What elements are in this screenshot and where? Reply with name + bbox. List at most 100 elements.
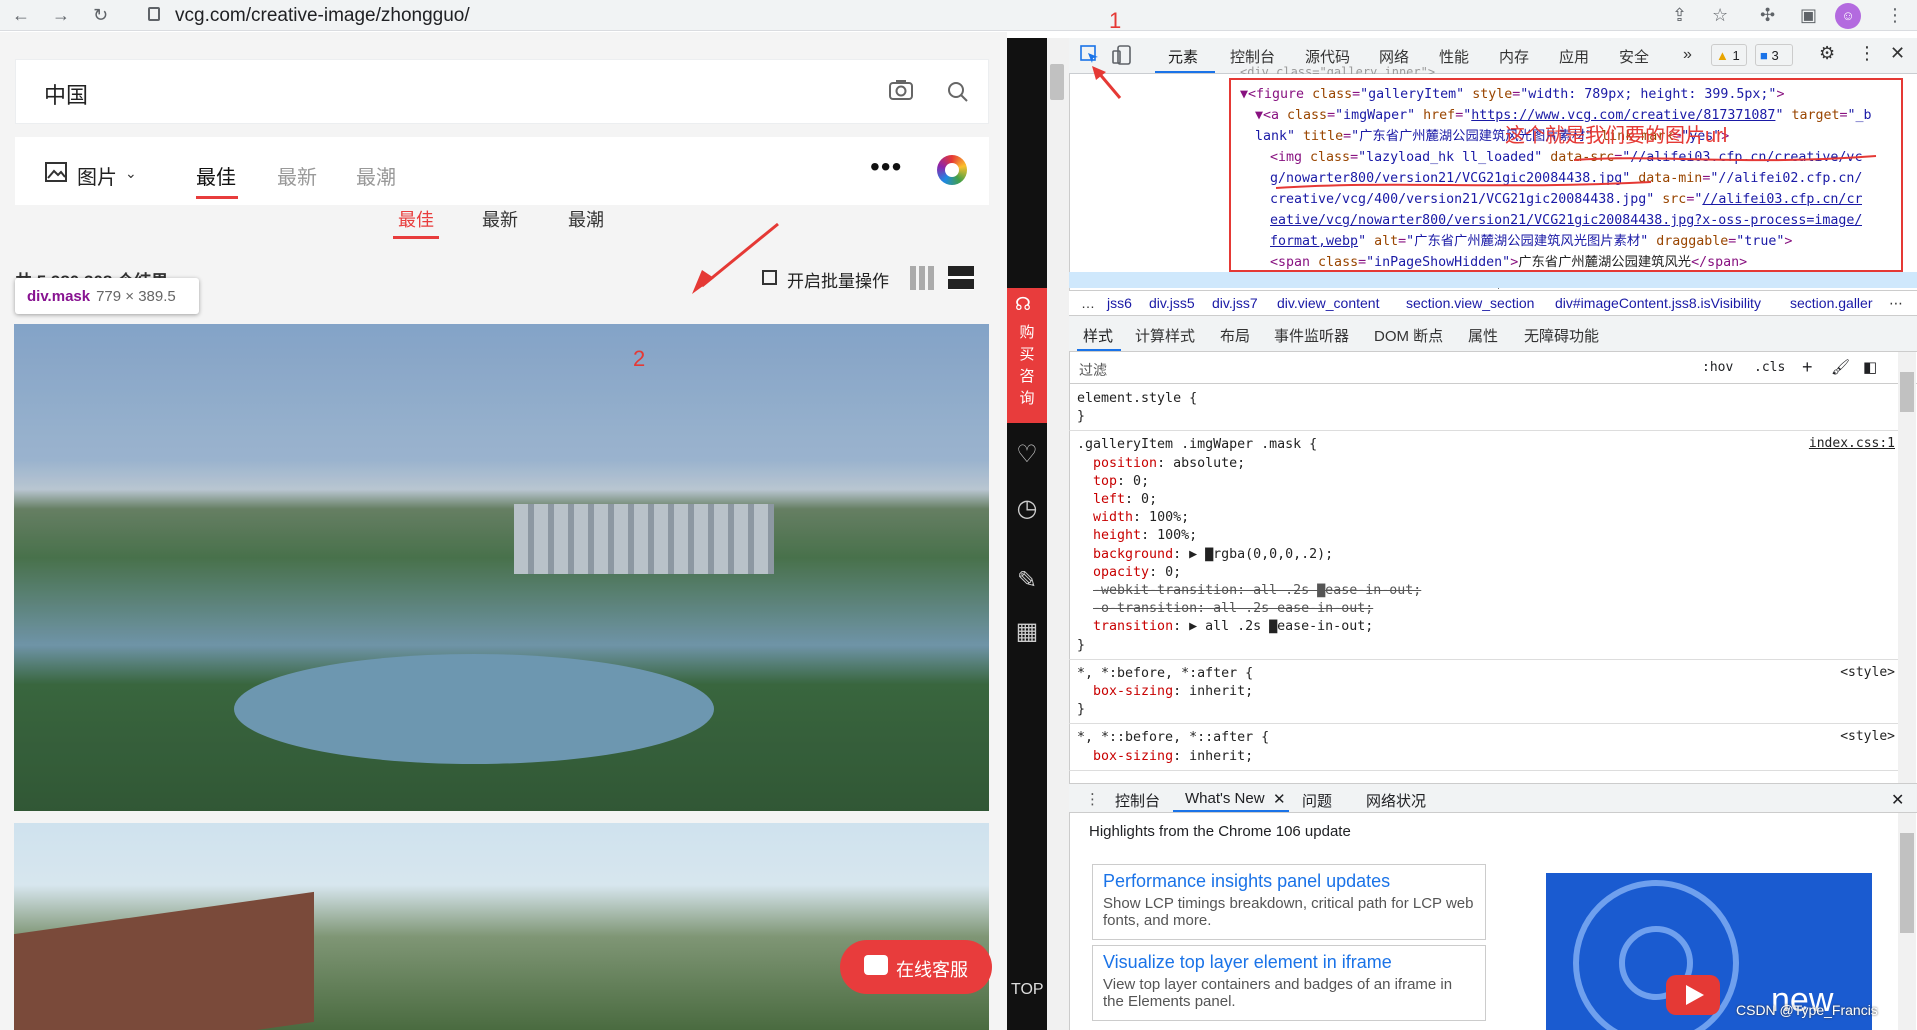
css-selector[interactable]: element.style { xyxy=(1077,390,1197,408)
css-source-link[interactable]: <style> xyxy=(1840,665,1895,680)
close-drawer-icon[interactable]: ✕ xyxy=(1891,790,1904,810)
edit-icon[interactable]: ✎ xyxy=(1012,566,1042,595)
back-to-top-button[interactable]: TOP xyxy=(1011,981,1044,999)
tab-properties[interactable]: 属性 xyxy=(1468,325,1498,346)
type-selector[interactable]: 图片 xyxy=(77,161,117,190)
warnings-badge[interactable]: ▲ 1 xyxy=(1711,44,1747,66)
css-declaration[interactable]: position: absolute; xyxy=(1077,455,1245,473)
messages-badge[interactable]: ■ 3 xyxy=(1755,44,1793,66)
share-icon[interactable]: ⇪ xyxy=(1672,4,1687,26)
devtools-tab-elements[interactable]: 元素 xyxy=(1168,46,1198,67)
color-wheel-icon[interactable] xyxy=(937,155,967,185)
css-declaration[interactable]: } xyxy=(1077,637,1085,655)
address-bar[interactable]: vcg.com/creative-image/zhongguo/ xyxy=(175,5,470,27)
gallery-image-mountains[interactable] xyxy=(14,823,989,1030)
qrcode-icon[interactable]: ▦ xyxy=(1012,617,1042,646)
tab-accessibility[interactable]: 无障碍功能 xyxy=(1524,325,1599,346)
tab-styles[interactable]: 样式 xyxy=(1083,325,1113,346)
heart-icon[interactable]: ♡ xyxy=(1012,440,1042,469)
breadcrumb-item[interactable]: section.view_section xyxy=(1406,295,1534,311)
more-tabs-icon[interactable]: » xyxy=(1683,46,1692,64)
grid-view-icon[interactable] xyxy=(910,266,934,290)
css-declaration[interactable]: opacity: 0; xyxy=(1077,564,1181,582)
breadcrumb-item[interactable]: div#imageContent.jss8.isVisibility xyxy=(1555,295,1761,311)
css-declaration[interactable]: box-sizing: inherit; xyxy=(1077,748,1253,766)
tab-computed[interactable]: 计算样式 xyxy=(1135,325,1195,346)
bookmark-star-icon[interactable]: ☆ xyxy=(1712,4,1728,26)
subtab-best[interactable]: 最佳 xyxy=(398,206,434,232)
whats-new-card[interactable]: Visualize top layer element in iframe Vi… xyxy=(1092,945,1486,1021)
css-declaration[interactable]: width: 100%; xyxy=(1077,509,1189,527)
paint-brush-icon[interactable]: 🖌 xyxy=(1831,358,1850,376)
drawer-tab-console[interactable]: 控制台 xyxy=(1115,790,1160,811)
toggle-sidebar-icon[interactable]: ◧ xyxy=(1863,358,1877,376)
list-view-icon[interactable] xyxy=(948,266,974,290)
styles-scrollbar[interactable] xyxy=(1898,352,1916,784)
css-declaration[interactable]: -o-transition: all .2s ease-in-out; xyxy=(1077,600,1373,618)
profile-avatar[interactable]: ☺ xyxy=(1835,3,1861,29)
drawer-tab-issues[interactable]: 问题 xyxy=(1302,790,1332,811)
drawer-menu-icon[interactable]: ⋮ xyxy=(1085,790,1100,808)
subtab-trend[interactable]: 最潮 xyxy=(568,206,604,232)
breadcrumb-item[interactable]: section.galler xyxy=(1790,295,1873,311)
whats-new-card[interactable]: Performance insights panel updates Show … xyxy=(1092,864,1486,940)
close-devtools-icon[interactable]: ✕ xyxy=(1890,43,1905,64)
breadcrumb-item[interactable]: div.jss5 xyxy=(1149,295,1195,311)
history-icon[interactable]: ◷ xyxy=(1012,494,1042,523)
card-title[interactable]: Performance insights panel updates xyxy=(1103,871,1475,892)
devtools-tab-security[interactable]: 安全 xyxy=(1619,46,1649,67)
search-box[interactable]: 中国 xyxy=(15,59,989,124)
css-source-link[interactable]: <style> xyxy=(1840,729,1895,744)
back-icon[interactable]: ← xyxy=(12,4,30,26)
drawer-tab-whats-new[interactable]: What's New xyxy=(1185,790,1265,807)
page-scrollbar[interactable] xyxy=(1047,38,1069,1030)
breadcrumb-item[interactable]: div.view_content xyxy=(1277,295,1379,311)
inspect-element-icon[interactable] xyxy=(1080,45,1100,65)
batch-operation-button[interactable]: 开启批量操作 xyxy=(787,267,889,292)
css-declaration[interactable]: box-sizing: inherit; xyxy=(1077,683,1253,701)
css-declaration[interactable]: height: 100%; xyxy=(1077,527,1197,545)
extensions-icon[interactable]: ✣ xyxy=(1760,4,1775,26)
cls-toggle[interactable]: .cls xyxy=(1754,360,1785,375)
subtab-latest[interactable]: 最新 xyxy=(482,206,518,232)
css-declaration[interactable]: } xyxy=(1077,408,1085,426)
breadcrumb-ellipsis[interactable]: … xyxy=(1081,295,1095,311)
css-source-link[interactable]: index.css:1 xyxy=(1809,436,1895,451)
more-icon[interactable]: ••• xyxy=(870,151,902,183)
settings-gear-icon[interactable]: ⚙ xyxy=(1819,43,1835,64)
drawer-scrollbar[interactable] xyxy=(1898,813,1916,1030)
close-tab-icon[interactable]: ✕ xyxy=(1273,790,1286,808)
css-selector[interactable]: *, *::before, *::after { xyxy=(1077,729,1269,747)
css-declaration[interactable]: transition: ▶ all .2s ▇ease-in-out; xyxy=(1077,618,1373,636)
tab-latest[interactable]: 最新 xyxy=(277,161,317,190)
css-selector[interactable]: *, *:before, *:after { xyxy=(1077,665,1253,683)
page-scrollbar-thumb[interactable] xyxy=(1050,64,1064,100)
devtools-tab-performance[interactable]: 性能 xyxy=(1439,46,1469,67)
card-title[interactable]: Visualize top layer element in iframe xyxy=(1103,952,1475,973)
tab-trend[interactable]: 最潮 xyxy=(356,161,396,190)
tab-dom-breakpoints[interactable]: DOM 断点 xyxy=(1374,325,1443,346)
devtools-menu-icon[interactable]: ⋮ xyxy=(1858,43,1876,64)
devtools-tab-application[interactable]: 应用 xyxy=(1559,46,1589,67)
chevron-down-icon[interactable]: ⌄ xyxy=(125,165,137,182)
online-service-button[interactable]: 在线客服 xyxy=(840,940,992,994)
forward-icon[interactable]: → xyxy=(52,4,70,26)
search-icon[interactable] xyxy=(946,80,970,104)
filter-input[interactable]: 过滤 xyxy=(1079,360,1107,380)
css-declaration[interactable]: } xyxy=(1077,701,1085,719)
breadcrumb-more-icon[interactable]: ⋯ xyxy=(1889,295,1903,312)
new-style-rule-button[interactable]: + xyxy=(1802,357,1813,378)
css-declaration[interactable]: left: 0; xyxy=(1077,491,1157,509)
devtools-tab-memory[interactable]: 内存 xyxy=(1499,46,1529,67)
drawer-tab-network-conditions[interactable]: 网络状况 xyxy=(1366,790,1426,811)
tab-event-listeners[interactable]: 事件监听器 xyxy=(1274,325,1349,346)
hov-toggle[interactable]: :hov xyxy=(1702,360,1733,375)
css-declaration[interactable]: top: 0; xyxy=(1077,473,1149,491)
reload-icon[interactable]: ↻ xyxy=(93,4,108,26)
css-declaration[interactable]: -webkit-transition: all .2s ▇ease-in-out… xyxy=(1077,582,1421,600)
css-declaration[interactable]: background: ▶ ▇rgba(0,0,0,.2); xyxy=(1077,546,1333,564)
side-panel-icon[interactable]: ▣ xyxy=(1800,4,1817,26)
tab-layout[interactable]: 布局 xyxy=(1220,325,1250,346)
tab-best[interactable]: 最佳 xyxy=(196,161,236,190)
camera-icon[interactable] xyxy=(888,78,914,102)
